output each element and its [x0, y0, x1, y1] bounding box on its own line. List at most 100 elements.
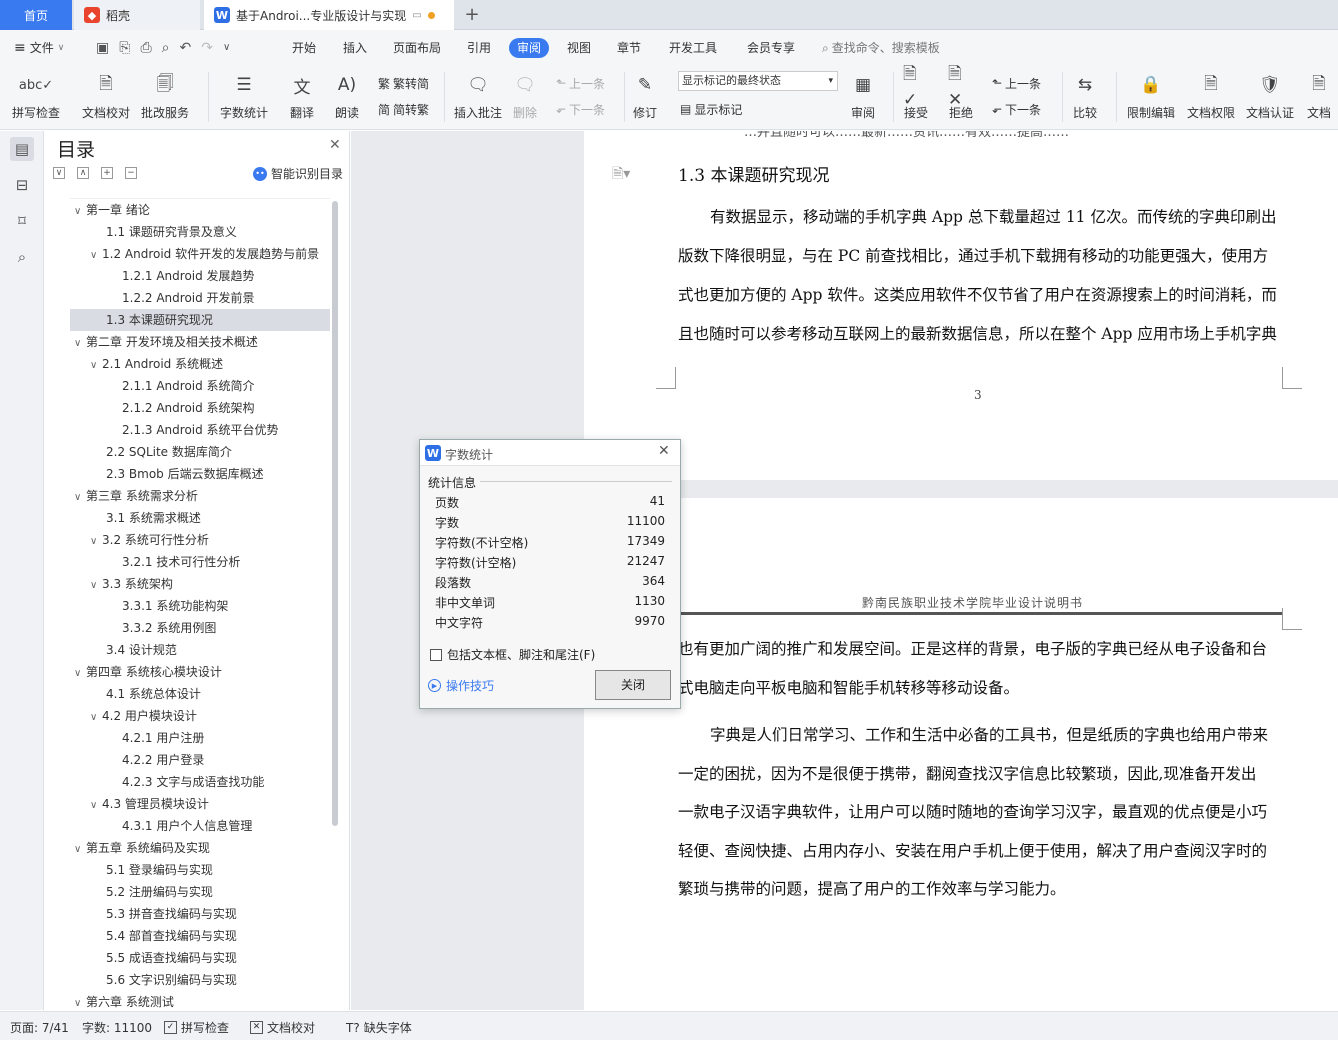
tab-document[interactable]: W 基于Androi...专业版设计与实现 ▭ [204, 0, 454, 30]
include-footnotes-checkbox[interactable]: 包括文本框、脚注和尾注(F) [430, 646, 595, 663]
toc-item[interactable]: 4.1 系统总体设计 [70, 683, 330, 705]
chevron-down-icon[interactable]: ∨ [90, 795, 102, 817]
s2t-button[interactable]: 简简转繁 [378, 100, 429, 118]
collapse-all-icon[interactable]: ∨ [53, 167, 65, 179]
menu-dev-tools[interactable]: 开发工具 [669, 38, 717, 58]
smart-toc-button[interactable]: •• 智能识别目录 [253, 165, 343, 182]
chevron-down-icon[interactable]: ∨ [90, 245, 102, 267]
toc-item[interactable]: 4.2.1 用户注册 [70, 727, 330, 749]
delete-comment-button[interactable]: 🗨 删除 [512, 68, 538, 126]
prev-comment-button[interactable]: ⬑ 上一条 [556, 74, 605, 92]
toc-scrollbar[interactable] [332, 201, 338, 826]
close-button[interactable]: 关闭 [595, 670, 671, 700]
next-change-button[interactable]: ⬐ 下一条 [992, 100, 1041, 118]
navigation-icon[interactable]: ⊟ [10, 173, 34, 197]
undo-icon[interactable]: ↶ [179, 38, 191, 58]
word-count-button[interactable]: ☰ 字数统计 [220, 68, 268, 126]
toc-item[interactable]: 2.2 SQLite 数据库简介 [70, 441, 330, 463]
menu-review[interactable]: 审阅 [509, 38, 550, 58]
toc-item[interactable]: 2.1.2 Android 系统架构 [70, 397, 330, 419]
print-preview-icon[interactable]: ⌕ [162, 38, 170, 58]
toc-item[interactable]: 5.1 登录编码与实现 [70, 859, 330, 881]
chevron-down-icon[interactable]: ∨ [90, 575, 102, 597]
word-count-indicator[interactable]: 字数: 11100 [82, 1019, 152, 1036]
chevron-down-icon[interactable]: ∨ [74, 993, 86, 1010]
close-icon[interactable]: ✕ [329, 137, 341, 153]
menu-references[interactable]: 引用 [467, 38, 491, 58]
next-comment-button[interactable]: ⬐ 下一条 [556, 100, 605, 118]
toc-item[interactable]: 3.4 设计规范 [70, 639, 330, 661]
toc-item[interactable]: ∨ 第一章 绪论 [70, 199, 330, 221]
menu-chapter[interactable]: 章节 [617, 38, 641, 58]
markup-state-select[interactable]: 显示标记的最终状态 ▾ [678, 71, 838, 91]
toc-item[interactable]: ∨ 第三章 系统需求分析 [70, 485, 330, 507]
doc-proof-button[interactable]: 🗎 文档校对 [82, 68, 130, 126]
toc-item[interactable]: ∨ 第二章 开发环境及相关技术概述 [70, 331, 330, 353]
toc-item[interactable]: 2.1.1 Android 系统简介 [70, 375, 330, 397]
toc-item[interactable]: 5.5 成语查找编码与实现 [70, 947, 330, 969]
chevron-down-icon[interactable]: ∨ [74, 333, 86, 355]
toc-item[interactable]: ∨ 4.3 管理员模块设计 [70, 793, 330, 815]
format-painter-icon[interactable]: ⎘ [119, 38, 130, 58]
page-indicator[interactable]: 页面: 7/41 [10, 1019, 69, 1036]
toc-item[interactable]: ∨ 第六章 系统测试 [70, 991, 330, 1010]
toc-item[interactable]: 1.3 本课题研究现况 [70, 309, 330, 331]
toc-item[interactable]: 3.3.1 系统功能构架 [70, 595, 330, 617]
tips-link[interactable]: ▶ 操作技巧 [428, 677, 494, 694]
toc-item[interactable]: 5.3 拼音查找编码与实现 [70, 903, 330, 925]
chevron-down-icon[interactable]: ∨ [74, 839, 86, 861]
track-changes-button[interactable]: ✎ 修订 [632, 68, 658, 126]
tab-home[interactable]: 首页 [0, 0, 72, 30]
spell-check-button[interactable]: abc✓ 拼写检查 [12, 68, 60, 126]
toc-item[interactable]: ∨ 2.1 Android 系统概述 [70, 353, 330, 375]
more-icon[interactable]: ∨ [223, 38, 230, 58]
spell-check-status[interactable]: ✓ 拼写检查 [164, 1019, 229, 1036]
t2s-button[interactable]: 繁繁转简 [378, 74, 429, 92]
bookmark-icon[interactable]: ⌑ [10, 209, 34, 233]
toc-item[interactable]: 5.4 部首查找编码与实现 [70, 925, 330, 947]
read-aloud-button[interactable]: A) 朗读 [334, 68, 360, 126]
toc-item[interactable]: 4.3.1 用户个人信息管理 [70, 815, 330, 837]
toc-item[interactable]: 1.1 课题研究背景及意义 [70, 221, 330, 243]
toc-item[interactable]: ∨ 第五章 系统编码及实现 [70, 837, 330, 859]
restrict-edit-button[interactable]: 🔒 限制编辑 [1127, 68, 1175, 126]
doc-more-button[interactable]: 🗎 文档 [1306, 68, 1332, 126]
toc-item[interactable]: 5.2 注册编码与实现 [70, 881, 330, 903]
chevron-down-icon[interactable]: ∨ [74, 201, 86, 223]
toc-item[interactable]: ∨ 3.3 系统架构 [70, 573, 330, 595]
tab-daoke[interactable]: ◆ 稻壳 [74, 0, 200, 30]
toc-item[interactable]: ∨ 4.2 用户模块设计 [70, 705, 330, 727]
checkbox-box[interactable] [430, 648, 442, 661]
file-menu[interactable]: ≡ 文件 ∨ [14, 38, 64, 58]
add-item-icon[interactable]: + [101, 167, 113, 179]
batch-service-button[interactable]: 🗐 批改服务 [141, 68, 189, 126]
toc-item[interactable]: 3.1 系统需求概述 [70, 507, 330, 529]
expand-level-icon[interactable]: ∧ [77, 167, 89, 179]
chevron-down-icon[interactable]: ∨ [74, 487, 86, 509]
chevron-down-icon[interactable]: ∨ [90, 707, 102, 729]
missing-font-status[interactable]: T? 缺失字体 [346, 1019, 412, 1036]
toc-item[interactable]: ∨ 3.2 系统可行性分析 [70, 529, 330, 551]
toc-panel-icon[interactable]: ▤ [10, 137, 34, 161]
show-markup-button[interactable]: ▤ 显示标记 [680, 100, 742, 118]
toc-item[interactable]: 5.6 文字识别编码与实现 [70, 969, 330, 991]
print-icon[interactable]: ⎙ [140, 38, 151, 58]
find-icon[interactable]: ⌕ [10, 245, 34, 269]
close-icon[interactable]: ✕ [658, 443, 670, 459]
menu-view[interactable]: 视图 [567, 38, 591, 58]
screen-icon[interactable]: ▭ [412, 10, 421, 21]
doc-permission-button[interactable]: 🗎 文档权限 [1187, 68, 1235, 126]
toc-item[interactable]: 2.3 Bmob 后端云数据库概述 [70, 463, 330, 485]
accept-button[interactable]: 🗎✓ 接受 [903, 64, 929, 126]
reject-button[interactable]: 🗎✕ 拒绝 [948, 64, 974, 126]
menu-member[interactable]: 会员专享 [747, 38, 795, 58]
toc-item[interactable]: 3.2.1 技术可行性分析 [70, 551, 330, 573]
new-tab-button[interactable]: + [462, 5, 482, 25]
doc-auth-button[interactable]: 🛡 文档认证 [1246, 68, 1294, 126]
review-pane-button[interactable]: ▦ 审阅 [850, 68, 876, 126]
toc-item[interactable]: 4.2.2 用户登录 [70, 749, 330, 771]
toc-item[interactable]: ∨ 1.2 Android 软件开发的发展趋势与前景 [70, 243, 330, 265]
prev-change-button[interactable]: ⬑ 上一条 [992, 74, 1041, 92]
menu-layout[interactable]: 页面布局 [393, 38, 441, 58]
toc-item[interactable]: 4.2.3 文字与成语查找功能 [70, 771, 330, 793]
